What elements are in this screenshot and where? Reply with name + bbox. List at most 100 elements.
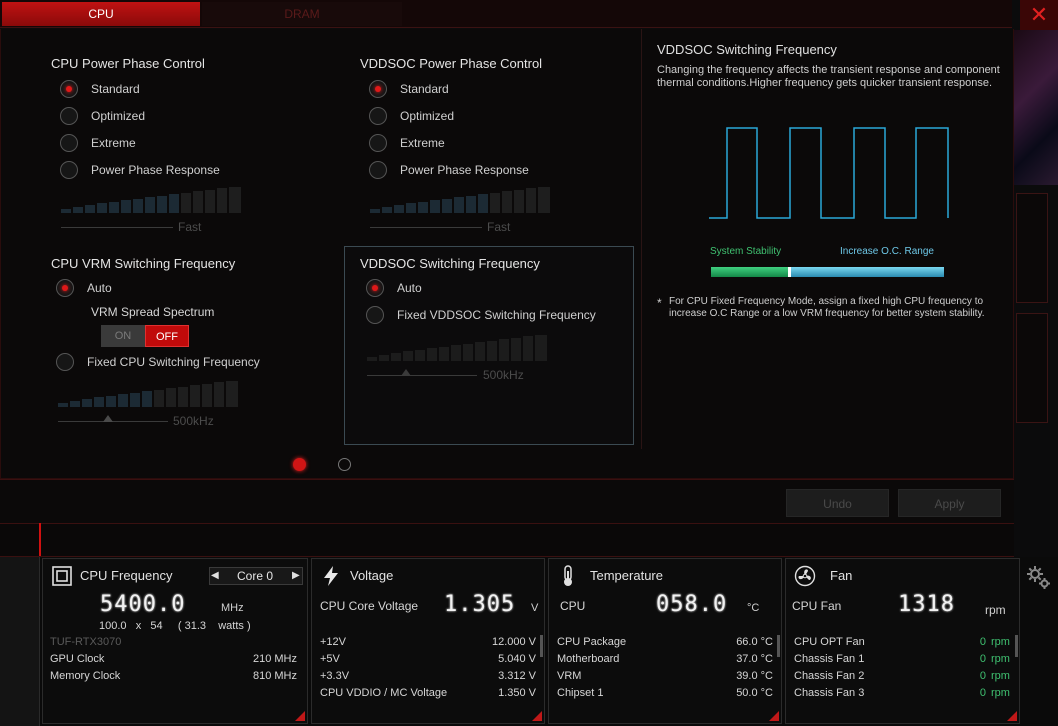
radio-label: Optimized	[400, 109, 455, 123]
monitor-sidebar	[0, 557, 40, 726]
cpu-core-voltage-label: CPU Core Voltage	[320, 599, 419, 613]
card-expand-corner[interactable]	[769, 711, 779, 721]
fan-row-value: 0	[979, 636, 986, 648]
radio-label: Auto	[87, 281, 112, 295]
radio-label: Optimized	[91, 109, 146, 123]
fan-row-unit: rpm	[991, 670, 1010, 682]
radio-selected[interactable]	[366, 279, 384, 297]
cpu-core-voltage-unit: V	[531, 602, 539, 614]
fan-row-label: Chassis Fan 2	[794, 670, 865, 682]
vddsoc-phase-option-response[interactable]: Power Phase Response	[369, 160, 529, 180]
radio[interactable]	[60, 134, 78, 152]
voltage-row-label: +12V	[320, 636, 346, 648]
status-marker	[39, 523, 41, 556]
radio-selected[interactable]	[60, 80, 78, 98]
side-panel-box	[1016, 313, 1048, 423]
cpu-frequency-card: CPU Frequency ◀ ▶ Core 0 5400.0 MHz 100.…	[42, 558, 308, 724]
radio-label: Fixed VDDSOC Switching Frequency	[397, 308, 596, 322]
apply-button[interactable]: Apply	[898, 489, 1001, 517]
voltage-row-value: 3.312 V	[498, 670, 536, 682]
radio-label: Fixed CPU Switching Frequency	[87, 355, 260, 369]
vddsoc-switching-slider-thumb[interactable]	[401, 369, 411, 376]
fan-row-unit: rpm	[991, 636, 1010, 648]
radio[interactable]	[369, 107, 387, 125]
card-expand-corner[interactable]	[1007, 711, 1017, 721]
voltage-title: Voltage	[350, 568, 394, 583]
page-dot-active[interactable]	[293, 458, 306, 471]
vddsoc-switching-option-auto[interactable]: Auto	[366, 278, 422, 298]
voltage-card: Voltage CPU Core Voltage 1.305 V +12V 12…	[311, 558, 545, 724]
card-expand-corner[interactable]	[532, 711, 542, 721]
note-star: *	[657, 296, 662, 310]
cpu-fan-label: CPU Fan	[792, 599, 842, 613]
radio[interactable]	[60, 161, 78, 179]
radio-label: Extreme	[400, 136, 445, 150]
undo-button[interactable]: Undo	[786, 489, 889, 517]
settings-panel: CPU Power Phase Control Standard Optimiz…	[0, 29, 1014, 479]
gpu-clock-value: 210 MHz	[252, 653, 297, 665]
radio[interactable]	[56, 353, 74, 371]
cpu-phase-ramp-slider	[61, 187, 241, 213]
tab-cpu[interactable]: CPU	[2, 2, 200, 26]
vddsoc-switching-track	[367, 375, 477, 376]
vddsoc-phase-option-standard[interactable]: Standard	[369, 79, 449, 99]
voltage-row-value: 5.040 V	[498, 653, 536, 665]
core-next-button[interactable]: ▶	[292, 568, 302, 584]
cpu-temp-value: 058.0	[656, 592, 728, 617]
page-dot[interactable]	[338, 458, 351, 471]
vddsoc-switching-ramp-slider	[367, 335, 547, 361]
cpu-vrm-ramp-label: 500kHz	[173, 414, 214, 428]
scrollbar[interactable]	[777, 635, 780, 657]
cpu-phase-option-standard[interactable]: Standard	[60, 79, 140, 99]
cpu-phase-option-optimized[interactable]: Optimized	[60, 106, 145, 126]
cpu-phase-option-response[interactable]: Power Phase Response	[60, 160, 220, 180]
vddsoc-phase-option-extreme[interactable]: Extreme	[369, 133, 445, 153]
radio[interactable]	[366, 306, 384, 324]
radio-label: Power Phase Response	[91, 163, 220, 177]
fan-title: Fan	[830, 568, 853, 583]
thermometer-icon	[564, 565, 572, 586]
cpu-vrm-title: CPU VRM Switching Frequency	[51, 256, 236, 271]
radio-selected[interactable]	[369, 80, 387, 98]
gpu-name: TUF-RTX3070	[50, 636, 122, 648]
memory-clock-value: 810 MHz	[252, 670, 297, 682]
vddsoc-switching-option-fixed[interactable]: Fixed VDDSOC Switching Frequency	[366, 305, 596, 325]
cpu-power-phase-title: CPU Power Phase Control	[51, 56, 205, 71]
card-expand-corner[interactable]	[295, 711, 305, 721]
scrollbar[interactable]	[540, 635, 543, 657]
temp-row-label: Chipset 1	[557, 687, 604, 699]
cpu-vrm-slider-thumb[interactable]	[103, 415, 113, 422]
core-label: Core 0	[236, 569, 274, 583]
cpu-vrm-track	[58, 421, 168, 422]
cpu-phase-option-extreme[interactable]: Extreme	[60, 133, 136, 153]
radio[interactable]	[369, 134, 387, 152]
toggle-off-option[interactable]: OFF	[145, 325, 189, 347]
vrm-spread-toggle[interactable]: ON OFF	[101, 325, 189, 347]
temp-row-label: CPU Package	[557, 636, 627, 648]
cpu-vrm-option-fixed[interactable]: Fixed CPU Switching Frequency	[56, 352, 260, 372]
top-tab-bar: CPU DRAM	[0, 0, 1012, 28]
cpu-phase-track	[61, 227, 173, 228]
fan-row-label: CPU OPT Fan	[794, 636, 865, 648]
cpu-vrm-option-auto[interactable]: Auto	[56, 278, 112, 298]
gpu-clock-label: GPU Clock	[50, 653, 105, 665]
radio-label: Extreme	[91, 136, 136, 150]
cpu-vrm-ramp-slider	[58, 381, 238, 407]
stability-oc-bar	[711, 267, 944, 277]
vddsoc-phase-option-optimized[interactable]: Optimized	[369, 106, 454, 126]
radio-label: Standard	[91, 82, 140, 96]
toggle-on-option[interactable]: ON	[101, 325, 145, 347]
cpu-frequency-unit: MHz	[221, 602, 244, 614]
temperature-title: Temperature	[590, 568, 663, 583]
fan-row-unit: rpm	[991, 653, 1010, 665]
tab-dram[interactable]: DRAM	[202, 2, 402, 26]
core-prev-button[interactable]: ◀	[211, 568, 221, 584]
scrollbar[interactable]	[1015, 635, 1018, 657]
gear-icon[interactable]	[1025, 564, 1053, 592]
radio[interactable]	[369, 161, 387, 179]
voltage-row-value: 12.000 V	[491, 636, 536, 648]
radio[interactable]	[60, 107, 78, 125]
radio-selected[interactable]	[56, 279, 74, 297]
fan-row-value: 0	[979, 687, 986, 699]
close-button[interactable]: ✕	[1020, 0, 1058, 30]
